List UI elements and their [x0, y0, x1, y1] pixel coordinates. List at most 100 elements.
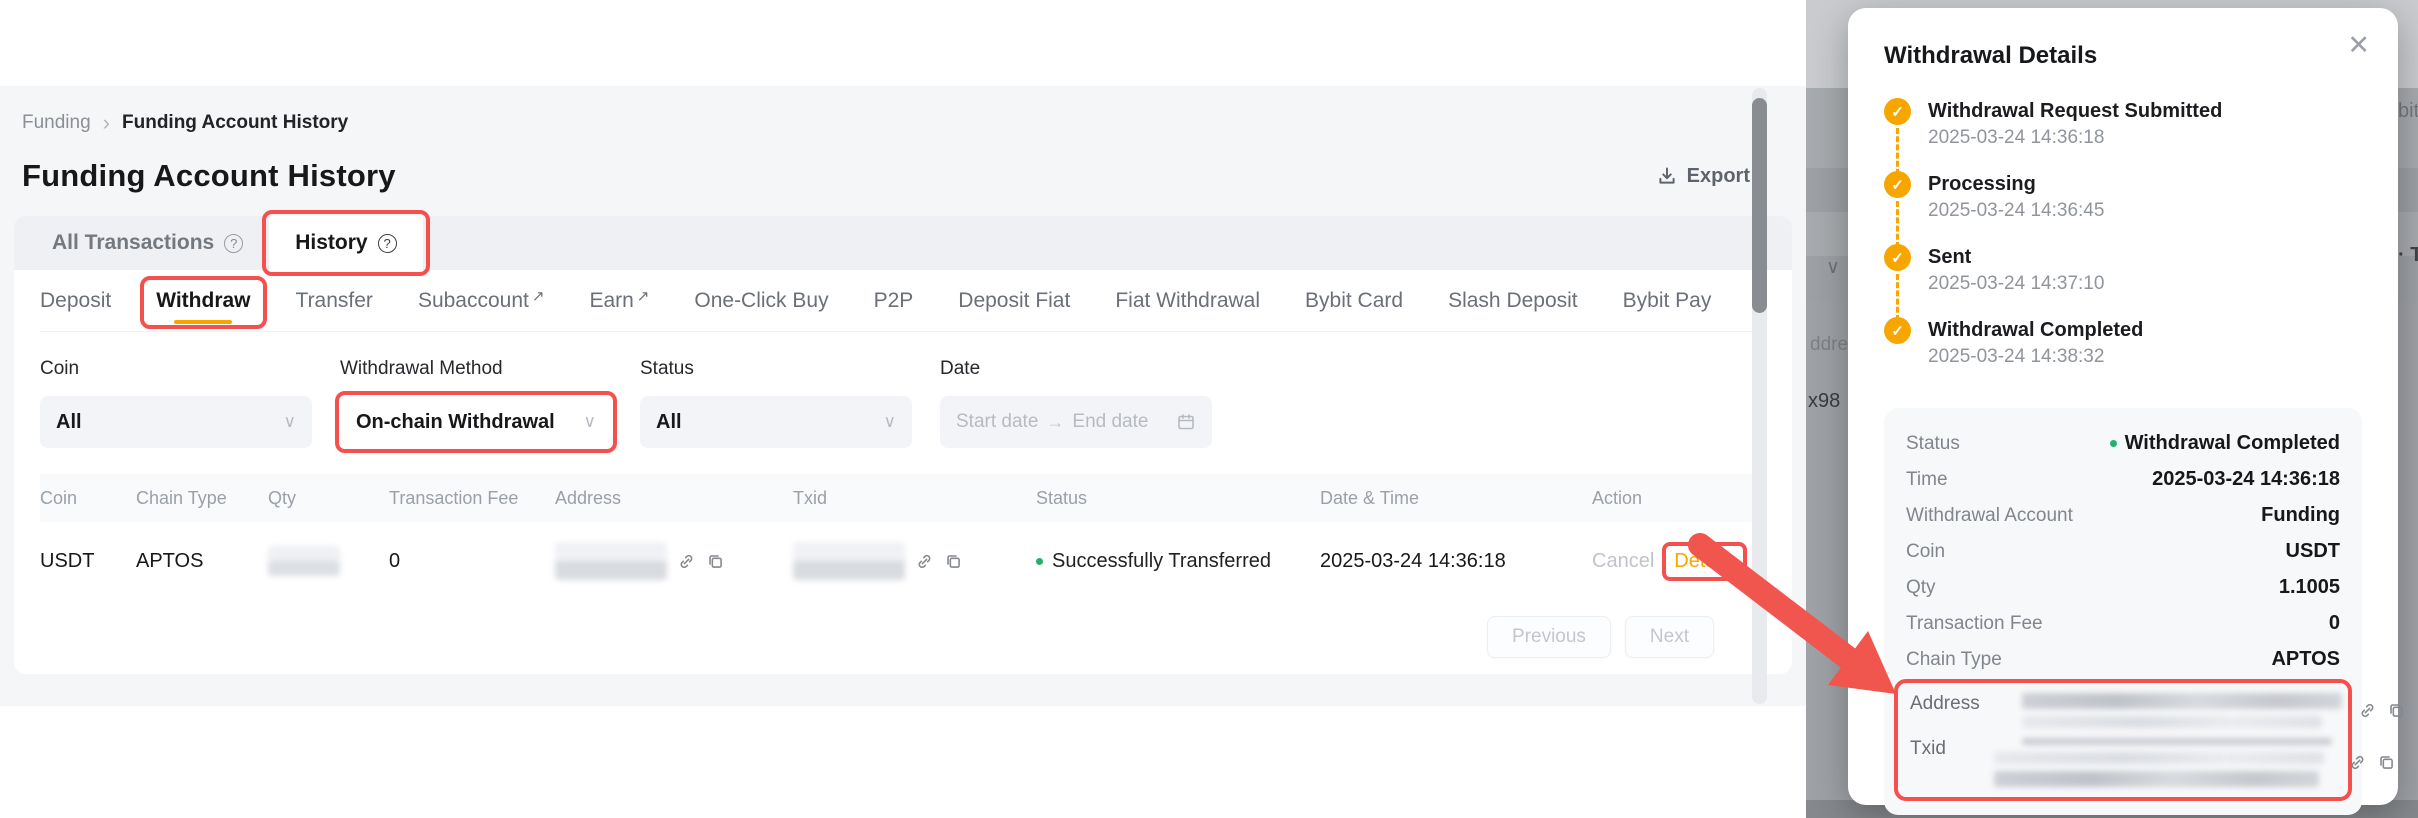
link-icon[interactable] — [677, 552, 696, 571]
cancel-action[interactable]: Cancel — [1592, 550, 1654, 573]
modal-overlay-region: ∨ ddre x98 bit u · Tra ✕ Withdrawal Deta… — [1806, 0, 2418, 818]
subtab-label: Earn — [589, 289, 633, 313]
external-link-icon: ↗ — [637, 287, 650, 305]
end-date-placeholder[interactable]: End date — [1072, 411, 1148, 433]
detail-label: Coin — [1906, 541, 1945, 563]
date-range-picker[interactable]: Start date → End date — [940, 396, 1212, 448]
subtab-deposit[interactable]: Deposit — [40, 270, 111, 331]
help-icon[interactable]: ? — [378, 234, 397, 253]
details-label: Details — [1674, 550, 1735, 572]
export-button[interactable]: Export — [1656, 165, 1750, 188]
cell-transaction-fee: 0 — [389, 550, 555, 573]
col-qty: Qty — [268, 488, 389, 509]
detail-value: 1.1005 — [2279, 576, 2340, 599]
subtab-bybit-pay[interactable]: Bybit Pay — [1623, 270, 1712, 331]
tab-history[interactable]: History ? — [269, 216, 422, 270]
check-circle-icon: ✓ — [1884, 171, 1911, 198]
withdrawal-timeline: ✓ Withdrawal Request Submitted 2025-03-2… — [1884, 98, 2362, 390]
tab-all-transactions-label: All Transactions — [52, 231, 214, 255]
detail-row-txid: Txid — [1910, 738, 2336, 787]
timeline-step-time: 2025-03-24 14:38:32 — [1928, 346, 2362, 368]
next-button[interactable]: Next — [1625, 616, 1714, 658]
backdrop-fragment-chevron: ∨ — [1826, 256, 1840, 279]
withdrawal-method-filter-label: Withdrawal Method — [340, 358, 612, 380]
scrollbar-thumb[interactable] — [1752, 98, 1767, 313]
txid-redacted — [2014, 738, 2332, 787]
close-icon[interactable]: ✕ — [2347, 32, 2370, 59]
status-text: Successfully Transferred — [1052, 550, 1271, 573]
chevron-down-icon: ∨ — [584, 412, 596, 432]
download-icon — [1656, 165, 1678, 187]
copy-icon[interactable] — [2387, 701, 2406, 720]
cell-qty-redacted — [268, 546, 340, 576]
check-circle-icon: ✓ — [1884, 317, 1911, 344]
copy-icon[interactable] — [706, 552, 725, 571]
detail-value: USDT — [2286, 540, 2340, 563]
chevron-down-icon: ∨ — [884, 412, 896, 432]
previous-button[interactable]: Previous — [1487, 616, 1611, 658]
external-link-icon: ↗ — [532, 287, 545, 305]
backdrop-fragment-right-mid: · Tra — [2398, 244, 2418, 267]
start-date-placeholder[interactable]: Start date — [956, 411, 1038, 433]
subtab-fiat-withdrawal[interactable]: Fiat Withdrawal — [1115, 270, 1260, 331]
col-address: Address — [555, 488, 793, 509]
detail-row-transaction-fee: Transaction Fee 0 — [1906, 612, 2340, 635]
detail-label: Qty — [1906, 577, 1936, 599]
timeline-step-submitted: ✓ Withdrawal Request Submitted 2025-03-2… — [1884, 98, 2362, 171]
table-row: USDT APTOS 0 — [40, 522, 1766, 600]
col-datetime: Date & Time — [1320, 488, 1562, 509]
table-header-row: Coin Chain Type Qty Transaction Fee Addr… — [40, 474, 1766, 522]
breadcrumb-parent[interactable]: Funding — [22, 112, 91, 134]
main-tab-strip: All Transactions ? History ? — [14, 216, 1792, 270]
link-icon[interactable] — [2348, 753, 2367, 772]
col-status: Status — [1036, 488, 1320, 509]
subtab-transfer[interactable]: Transfer — [296, 270, 373, 331]
status-select[interactable]: All ∨ — [640, 396, 912, 448]
coin-select[interactable]: All ∨ — [40, 396, 312, 448]
subtab-withdraw[interactable]: Withdraw — [156, 270, 250, 331]
link-icon[interactable] — [2358, 701, 2377, 720]
status-select-value: All — [656, 411, 682, 434]
col-coin: Coin — [40, 488, 136, 509]
subtab-bybit-card[interactable]: Bybit Card — [1305, 270, 1403, 331]
breadcrumb-current: Funding Account History — [122, 112, 348, 134]
scrollbar[interactable] — [1752, 88, 1767, 704]
withdrawal-method-select[interactable]: On-chain Withdrawal ∨ — [340, 396, 612, 448]
txid-redacted — [793, 542, 905, 580]
subtab-p2p[interactable]: P2P — [874, 270, 914, 331]
pagination: Previous Next — [40, 616, 1766, 658]
backdrop-fragment-address: ddre — [1810, 334, 1848, 356]
detail-row-coin: Coin USDT — [1906, 540, 2340, 563]
details-action[interactable]: Details — [1668, 546, 1741, 577]
subtab-slash-deposit[interactable]: Slash Deposit — [1448, 270, 1578, 331]
backdrop-fragment-hash: x98 — [1808, 390, 1848, 413]
tab-all-transactions[interactable]: All Transactions ? — [26, 216, 269, 270]
filter-bar: Coin All ∨ Withdrawal Method On-chain Wi… — [40, 358, 1766, 448]
timeline-step-time: 2025-03-24 14:36:18 — [1928, 127, 2362, 149]
link-icon[interactable] — [915, 552, 934, 571]
detail-value: Funding — [2261, 504, 2340, 527]
detail-label: Chain Type — [1906, 649, 2002, 671]
help-icon[interactable]: ? — [224, 234, 243, 253]
timeline-step-completed: ✓ Withdrawal Completed 2025-03-24 14:38:… — [1884, 317, 2362, 390]
copy-icon[interactable] — [944, 552, 963, 571]
subtab-deposit-fiat[interactable]: Deposit Fiat — [958, 270, 1070, 331]
timeline-step-label: Withdrawal Completed — [1928, 317, 2362, 343]
subtab-one-click-buy[interactable]: One-Click Buy — [694, 270, 828, 331]
detail-row-withdrawal-account: Withdrawal Account Funding — [1906, 504, 2340, 527]
detail-value: Withdrawal Completed — [2125, 432, 2340, 455]
copy-icon[interactable] — [2377, 753, 2396, 772]
page-header: Funding Account History Export — [22, 158, 1750, 194]
check-circle-icon: ✓ — [1884, 98, 1911, 125]
withdrawal-detail-panel: Status Withdrawal Completed Time 2025-03… — [1884, 408, 2362, 815]
address-redacted — [555, 542, 667, 580]
subtab-label: Fiat Withdrawal — [1115, 289, 1260, 313]
col-txid: Txid — [793, 488, 1036, 509]
subtab-earn[interactable]: Earn ↗ — [589, 270, 649, 331]
subtab-label: P2P — [874, 289, 914, 313]
cell-action: Cancel Details — [1562, 546, 1766, 577]
history-panel: All Transactions ? History ? Deposit Wit… — [14, 216, 1792, 674]
subtab-subaccount[interactable]: Subaccount ↗ — [418, 270, 545, 331]
subtab-label: Slash Deposit — [1448, 289, 1578, 313]
filter-date: Date Start date → End date — [940, 358, 1212, 448]
